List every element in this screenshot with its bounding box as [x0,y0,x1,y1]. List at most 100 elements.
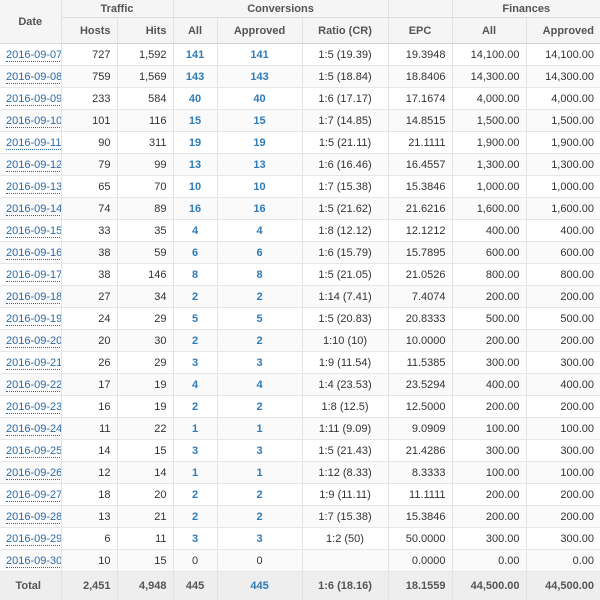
cell-conversions-all: 16 [173,198,217,220]
cell-hits: 21 [117,506,173,528]
date-link[interactable]: 2016-09-17 [6,269,61,282]
date-link[interactable]: 2016-09-24 [6,423,61,436]
cell-hosts: 74 [61,198,117,220]
cell-epc: 14.8515 [388,110,452,132]
date-link[interactable]: 2016-09-16 [6,247,61,260]
cell-finances-approved: 1,300.00 [526,154,600,176]
date-link[interactable]: 2016-09-14 [6,203,61,216]
cell-conversions-approved: 2 [217,396,302,418]
column-header-conversions-all[interactable]: All [173,18,217,44]
cell-date: 2016-09-07 [0,44,61,66]
column-header-ratio[interactable]: Ratio (CR) [302,18,388,44]
cell-finances-approved: 200.00 [526,484,600,506]
cell-hits: 15 [117,550,173,572]
cell-finances-approved: 200.00 [526,330,600,352]
cell-conversions-all: 40 [173,88,217,110]
date-link[interactable]: 2016-09-19 [6,313,61,326]
date-link[interactable]: 2016-09-30 [6,555,61,568]
cell-finances-all: 200.00 [452,396,526,418]
table-row: 2016-09-281321221:7 (15.38)15.3846200.00… [0,506,600,528]
column-header-hits[interactable]: Hits [117,18,173,44]
cell-hosts: 233 [61,88,117,110]
cell-finances-all: 400.00 [452,220,526,242]
date-link[interactable]: 2016-09-20 [6,335,61,348]
date-link[interactable]: 2016-09-08 [6,71,61,84]
cell-ratio: 1:12 (8.33) [302,462,388,484]
date-link[interactable]: 2016-09-15 [6,225,61,238]
cell-date: 2016-09-23 [0,396,61,418]
cell-ratio: 1:5 (21.05) [302,264,388,286]
table-row: 2016-09-0923358440401:6 (17.17)17.16744,… [0,88,600,110]
date-link[interactable]: 2016-09-23 [6,401,61,414]
group-header-traffic: Traffic [61,0,173,18]
date-link[interactable]: 2016-09-22 [6,379,61,392]
cell-epc: 21.1111 [388,132,452,154]
column-header-finances-all[interactable]: All [452,18,526,44]
table-row: 2016-09-202030221:10 (10)10.0000200.0020… [0,330,600,352]
cell-date: 2016-09-13 [0,176,61,198]
date-link[interactable]: 2016-09-29 [6,533,61,546]
cell-finances-approved: 1,600.00 [526,198,600,220]
date-link[interactable]: 2016-09-18 [6,291,61,304]
cell-conversions-all: 5 [173,308,217,330]
cell-finances-approved: 200.00 [526,396,600,418]
cell-conversions-all: 1 [173,418,217,440]
date-link[interactable]: 2016-09-10 [6,115,61,128]
table-row: 2016-09-212629331:9 (11.54)11.5385300.00… [0,352,600,374]
cell-conversions-all: 1 [173,462,217,484]
date-link[interactable]: 2016-09-25 [6,445,61,458]
cell-finances-all: 200.00 [452,484,526,506]
cell-ratio: 1:5 (21.11) [302,132,388,154]
table-row: 2016-09-13657010101:7 (15.38)15.38461,00… [0,176,600,198]
column-header-finances-approved[interactable]: Approved [526,18,600,44]
cell-epc: 21.6216 [388,198,452,220]
date-link[interactable]: 2016-09-27 [6,489,61,502]
cell-finances-approved: 800.00 [526,264,600,286]
cell-conversions-approved: 143 [217,66,302,88]
cell-date: 2016-09-29 [0,528,61,550]
cell-date: 2016-09-11 [0,132,61,154]
cell-finances-all: 300.00 [452,528,526,550]
cell-ratio: 1:8 (12.12) [302,220,388,242]
date-link[interactable]: 2016-09-21 [6,357,61,370]
cell-date: 2016-09-20 [0,330,61,352]
cell-date: 2016-09-28 [0,506,61,528]
cell-date: 2016-09-15 [0,220,61,242]
cell-date: 2016-09-08 [0,66,61,88]
date-link[interactable]: 2016-09-12 [6,159,61,172]
cell-date: 2016-09-26 [0,462,61,484]
date-link[interactable]: 2016-09-28 [6,511,61,524]
date-link[interactable]: 2016-09-11 [6,137,61,150]
column-header-epc[interactable]: EPC [388,18,452,44]
cell-hosts: 17 [61,374,117,396]
cell-conversions-all: 2 [173,484,217,506]
group-header-row: Date Traffic Conversions Finances [0,0,600,18]
cell-finances-all: 1,900.00 [452,132,526,154]
cell-hosts: 18 [61,484,117,506]
date-link[interactable]: 2016-09-07 [6,49,61,62]
cell-hosts: 27 [61,286,117,308]
date-link[interactable]: 2016-09-09 [6,93,61,106]
table-row: 2016-09-077271,5921411411:5 (19.39)19.39… [0,44,600,66]
cell-date: 2016-09-10 [0,110,61,132]
cell-hosts: 65 [61,176,117,198]
cell-finances-all: 14,100.00 [452,44,526,66]
cell-hosts: 79 [61,154,117,176]
cell-hits: 1,569 [117,66,173,88]
date-link[interactable]: 2016-09-26 [6,467,61,480]
cell-finances-approved: 300.00 [526,440,600,462]
cell-hosts: 101 [61,110,117,132]
cell-hosts: 38 [61,242,117,264]
cell-epc: 11.5385 [388,352,452,374]
cell-finances-approved: 1,900.00 [526,132,600,154]
cell-conversions-approved: 15 [217,110,302,132]
column-header-hosts[interactable]: Hosts [61,18,117,44]
cell-hits: 146 [117,264,173,286]
cell-conversions-all: 3 [173,440,217,462]
cell-conversions-approved: 1 [217,462,302,484]
date-link[interactable]: 2016-09-13 [6,181,61,194]
cell-hits: 15 [117,440,173,462]
column-header-date[interactable]: Date [0,0,61,44]
cell-date: 2016-09-24 [0,418,61,440]
column-header-conversions-approved[interactable]: Approved [217,18,302,44]
